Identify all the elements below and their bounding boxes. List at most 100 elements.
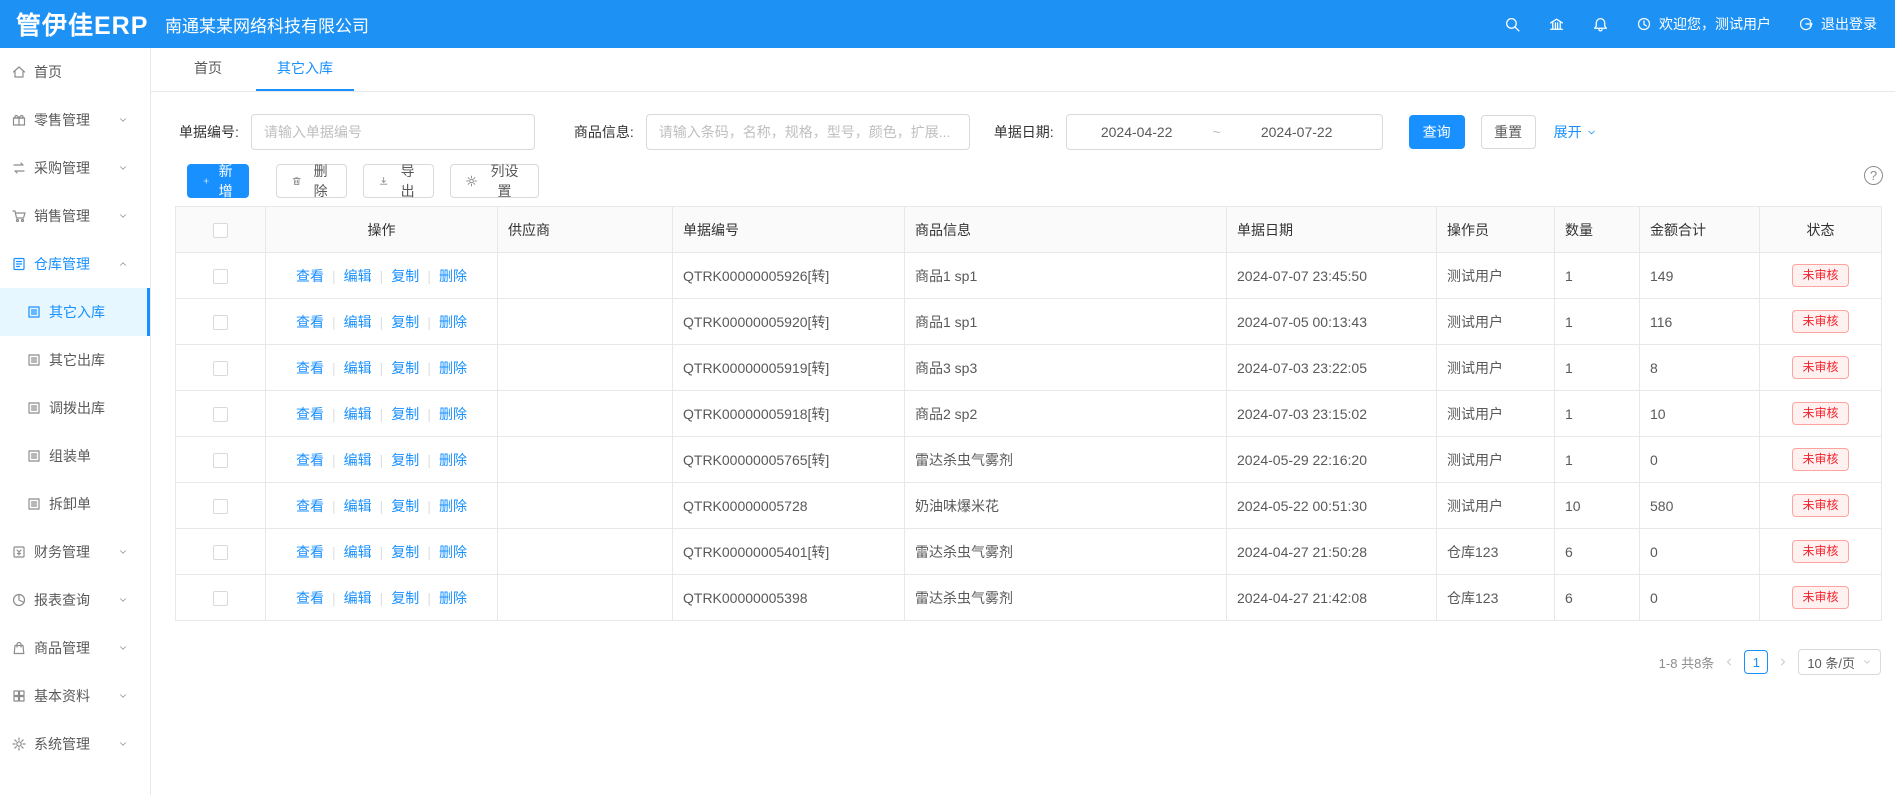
row-action-delete[interactable]: 删除 [439,452,467,468]
row-action-view[interactable]: 查看 [296,544,324,560]
row-action-copy[interactable]: 复制 [391,406,419,422]
doc-icon [26,400,42,416]
export-button[interactable]: 导出 [363,164,434,198]
help-icon[interactable]: ? [1864,166,1883,185]
row-action-delete[interactable]: 删除 [439,314,467,330]
sidebar-item-other-inbound[interactable]: 其它入库 [0,288,150,336]
row-checkbox[interactable] [213,361,228,376]
sidebar-item-purchase[interactable]: 采购管理 [0,144,150,192]
row-action-edit[interactable]: 编辑 [344,314,372,330]
row-action-delete[interactable]: 删除 [439,406,467,422]
row-action-edit[interactable]: 编辑 [344,498,372,514]
row-action-copy[interactable]: 复制 [391,268,419,284]
row-action-edit[interactable]: 编辑 [344,544,372,560]
row-action-delete[interactable]: 删除 [439,268,467,284]
cell-status: 未审核 [1760,529,1882,575]
table-row: 查看|编辑|复制|删除QTRK00000005920[转]商品1 sp12024… [176,299,1882,345]
row-action-edit[interactable]: 编辑 [344,590,372,606]
next-page-button[interactable] [1777,656,1789,668]
bag-icon [11,640,27,656]
tab-other-inbound[interactable]: 其它入库 [277,47,333,91]
prev-page-button[interactable] [1723,656,1735,668]
row-action-copy[interactable]: 复制 [391,360,419,376]
sidebar-item-basic-data[interactable]: 基本资料 [0,672,150,720]
sidebar-item-reports[interactable]: 报表查询 [0,576,150,624]
search-button[interactable]: 查询 [1409,115,1465,149]
row-action-view[interactable]: 查看 [296,590,324,606]
row-checkbox[interactable] [213,499,228,514]
row-action-copy[interactable]: 复制 [391,314,419,330]
row-action-view[interactable]: 查看 [296,498,324,514]
row-action-delete[interactable]: 删除 [439,360,467,376]
row-action-delete[interactable]: 删除 [439,544,467,560]
sidebar-item-home[interactable]: 首页 [0,48,150,96]
expand-toggle[interactable]: 展开 [1554,122,1597,142]
row-checkbox[interactable] [213,453,228,468]
end-date-input[interactable] [1227,124,1367,140]
row-action-delete[interactable]: 删除 [439,498,467,514]
row-checkbox[interactable] [213,269,228,284]
row-action-copy[interactable]: 复制 [391,452,419,468]
cell-operator: 测试用户 [1437,437,1555,483]
building-icon[interactable] [1548,16,1565,33]
doc-no-input[interactable] [251,114,535,150]
bell-icon[interactable] [1592,16,1609,33]
sidebar-item-finance[interactable]: 财务管理 [0,528,150,576]
user-menu[interactable]: 欢迎您，测试用户 [1636,14,1771,34]
logout-button[interactable]: 退出登录 [1798,14,1877,34]
search-icon[interactable] [1504,16,1521,33]
sidebar-item-disassembly-order[interactable]: 拆卸单 [0,480,150,528]
expand-label: 展开 [1554,122,1582,142]
add-button[interactable]: 新增 [187,164,249,198]
reset-button[interactable]: 重置 [1481,115,1536,149]
row-action-copy[interactable]: 复制 [391,590,419,606]
plus-icon [202,174,210,188]
cell-qty: 6 [1555,529,1640,575]
product-info-input[interactable] [646,114,970,150]
cell-amount: 116 [1640,299,1760,345]
sidebar-item-label: 调拨出库 [49,398,105,418]
cell-checkbox [176,575,266,621]
sidebar-item-warehouse[interactable]: 仓库管理 [0,240,150,288]
select-all-checkbox[interactable] [213,223,228,238]
row-action-view[interactable]: 查看 [296,360,324,376]
row-action-edit[interactable]: 编辑 [344,452,372,468]
sidebar-item-sales[interactable]: 销售管理 [0,192,150,240]
cell-qty: 1 [1555,299,1640,345]
page-size-select[interactable]: 10 条/页 [1798,649,1881,675]
sidebar-item-goods[interactable]: 商品管理 [0,624,150,672]
row-action-view[interactable]: 查看 [296,406,324,422]
row-action-edit[interactable]: 编辑 [344,268,372,284]
sidebar-item-retail[interactable]: 零售管理 [0,96,150,144]
row-action-copy[interactable]: 复制 [391,544,419,560]
action-separator: | [332,590,336,606]
delete-button[interactable]: 删除 [276,164,347,198]
row-checkbox[interactable] [213,315,228,330]
row-checkbox[interactable] [213,591,228,606]
row-action-delete[interactable]: 删除 [439,590,467,606]
cell-status: 未审核 [1760,483,1882,529]
sidebar-item-assembly-order[interactable]: 组装单 [0,432,150,480]
sidebar-item-other-outbound[interactable]: 其它出库 [0,336,150,384]
page-number[interactable]: 1 [1744,650,1768,674]
cell-doc_no: QTRK00000005919[转] [673,345,905,391]
sidebar-item-system[interactable]: 系统管理 [0,720,150,768]
column-settings-label: 列设置 [485,161,524,201]
row-action-view[interactable]: 查看 [296,268,324,284]
filter-bar: 单据编号: 商品信息: 单据日期: ~ 查询 重置 展开 [179,114,1895,150]
tab-home[interactable]: 首页 [194,47,222,91]
row-checkbox[interactable] [213,407,228,422]
row-action-view[interactable]: 查看 [296,314,324,330]
cell-operator: 测试用户 [1437,483,1555,529]
row-checkbox[interactable] [213,545,228,560]
row-action-view[interactable]: 查看 [296,452,324,468]
row-action-edit[interactable]: 编辑 [344,360,372,376]
action-separator: | [332,544,336,560]
row-action-edit[interactable]: 编辑 [344,406,372,422]
action-separator: | [427,498,431,514]
sidebar-item-transfer-outbound[interactable]: 调拨出库 [0,384,150,432]
data-table: 操作供应商单据编号商品信息单据日期操作员数量金额合计状态 查看|编辑|复制|删除… [175,206,1882,621]
start-date-input[interactable] [1067,124,1207,140]
column-settings-button[interactable]: 列设置 [450,164,539,198]
row-action-copy[interactable]: 复制 [391,498,419,514]
